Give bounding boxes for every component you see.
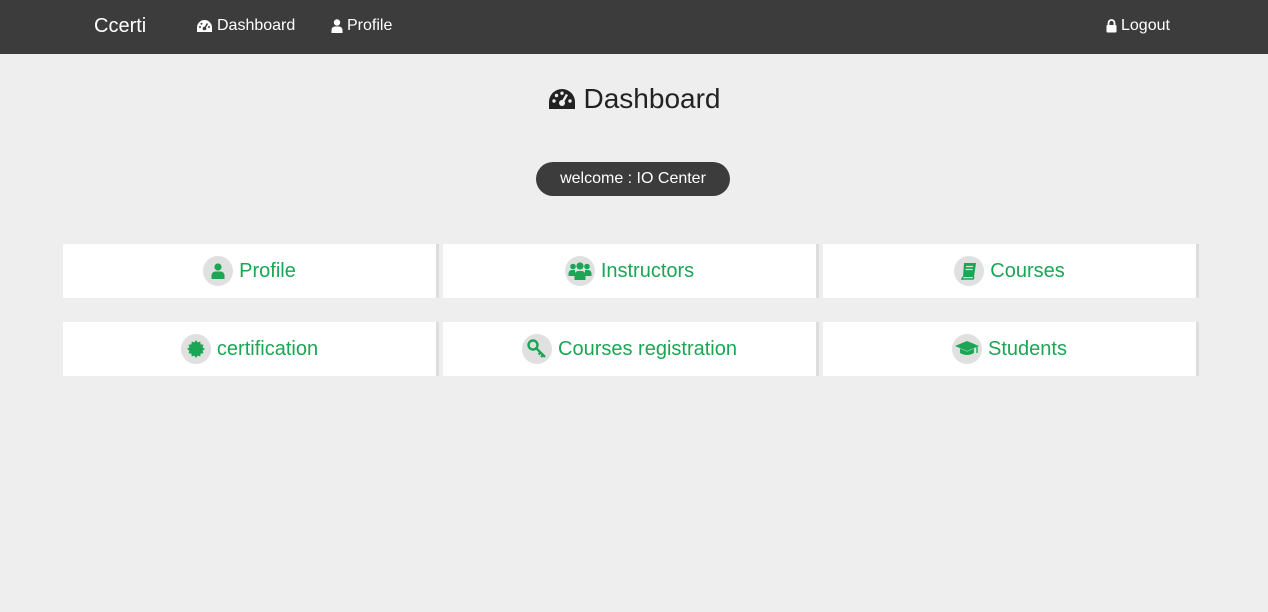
tile-certification[interactable]: certification: [63, 322, 439, 376]
user-icon: [331, 19, 343, 33]
tile-courses[interactable]: Courses: [823, 244, 1199, 298]
top-navbar: Ccerti Dashboard Profile Logout: [0, 0, 1268, 54]
nav-dashboard-link[interactable]: Dashboard: [196, 17, 295, 35]
nav-dashboard-label: Dashboard: [217, 17, 296, 34]
tile-profile[interactable]: Profile: [63, 244, 439, 298]
logout-label: Logout: [1121, 17, 1170, 34]
page-title-text: Dashboard: [583, 83, 721, 114]
welcome-badge: welcome : IO Center: [536, 162, 730, 196]
tile-students[interactable]: Students: [823, 322, 1199, 376]
users-icon: [564, 256, 595, 286]
tile-certification-label: certification: [216, 338, 319, 360]
key-icon: [522, 334, 553, 364]
user-icon: [203, 256, 234, 286]
dashboard-icon: [548, 89, 575, 109]
nav-profile-label: Profile: [347, 17, 393, 34]
tile-profile-label: Profile: [239, 260, 296, 282]
book-icon: [954, 256, 985, 286]
brand-link[interactable]: Ccerti: [94, 15, 146, 37]
tile-courses-registration-label: Courses registration: [558, 338, 737, 360]
tile-courses-label: Courses: [990, 260, 1065, 282]
page-title: Dashboard: [0, 82, 1268, 116]
nav-profile-link[interactable]: Profile: [331, 17, 392, 35]
certificate-icon: [180, 334, 211, 364]
logout-link[interactable]: Logout: [1106, 17, 1170, 35]
tile-students-label: Students: [988, 338, 1067, 360]
tile-instructors[interactable]: Instructors: [443, 244, 819, 298]
graduation-cap-icon: [952, 334, 983, 364]
dashboard-icon: [197, 20, 212, 32]
lock-icon: [1106, 19, 1117, 33]
tile-instructors-label: Instructors: [600, 260, 695, 282]
tile-courses-registration[interactable]: Courses registration: [443, 322, 819, 376]
